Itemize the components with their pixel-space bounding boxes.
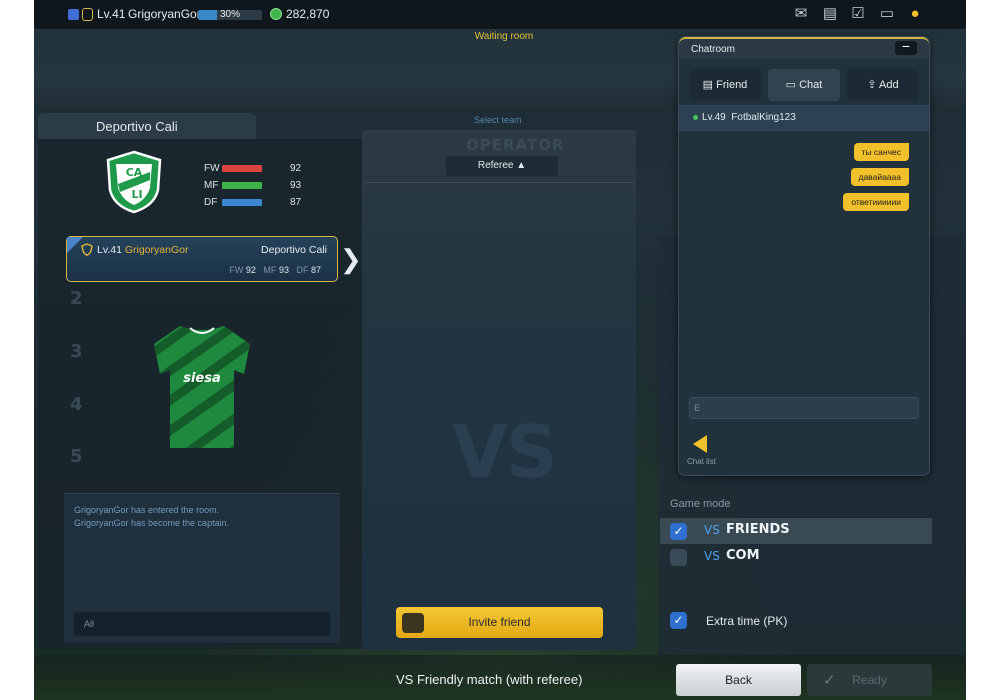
svg-text:LI: LI (131, 188, 142, 201)
chatroom-window: Chatroom − ▤ Friend ▭ Chat ⇪ Add Lv.49 F… (678, 36, 930, 476)
slot-number: 2 (70, 288, 83, 309)
chat-icon: ▭ (785, 79, 800, 91)
exp-fill (198, 10, 218, 20)
chatroom-header: Chatroom − (679, 37, 929, 59)
ready-label: Ready (852, 673, 887, 687)
extra-time-label: Extra time (PK) (706, 614, 788, 628)
captain-crest-icon (81, 243, 93, 256)
notes-icon[interactable]: ▤ (821, 6, 839, 22)
vs-watermark: VS (452, 410, 558, 494)
chat-message: давайаааа (850, 168, 909, 186)
chat-bubble-icon[interactable]: ▭ (878, 6, 896, 22)
chat-input[interactable]: E (689, 397, 919, 419)
stat-row-fw: FW 92 (204, 163, 302, 174)
top-level: Lv.41 (97, 7, 126, 21)
tab-chat[interactable]: ▭ Chat (768, 69, 840, 101)
slot-number: 3 (70, 341, 83, 362)
match-title: VS Friendly match (with referee) (396, 672, 583, 687)
chat-user-row[interactable]: Lv.49 FotbalKing123 (679, 105, 929, 131)
checkbox-checked-icon[interactable]: ✓ (670, 612, 687, 629)
crest-mini-icon (82, 8, 93, 21)
stat-row-df: DF 87 (204, 197, 302, 208)
stat-row-mf: MF 93 (204, 180, 302, 191)
player-card[interactable]: Lv.41 GrigoryanGor Deportivo Cali FW 92 … (66, 236, 338, 282)
operator-panel (362, 130, 636, 650)
coin-icon (270, 8, 282, 20)
ready-button[interactable]: ✓ Ready (807, 664, 932, 696)
checkbox-unchecked-icon[interactable] (670, 549, 687, 566)
team-crest-icon: CA LI (106, 150, 162, 214)
game-lobby-screen: Lv.41 GrigoryanGor 30% 282,870 ✉ ▤ ☑ ▭ ●… (34, 0, 966, 700)
stat-bar-fw (222, 164, 262, 172)
top-status-bar: Lv.41 GrigoryanGor 30% 282,870 ✉ ▤ ☑ ▭ ● (34, 0, 966, 30)
minimize-icon[interactable]: − (895, 39, 917, 55)
coin-balance: 282,870 (286, 7, 330, 21)
tab-friend[interactable]: ▤ Friend (689, 69, 761, 101)
log-filter-select[interactable]: All (74, 612, 330, 636)
player-card-stats: FW 92 MF 93 DF 87 (229, 265, 321, 275)
level-badge-icon (68, 9, 79, 20)
player-card-name: GrigoryanGor (124, 244, 189, 256)
list-icon: ▤ (702, 79, 717, 91)
exp-percent: 30% (220, 9, 241, 20)
slot-number: 4 (70, 394, 83, 415)
person-icon[interactable]: ● (906, 6, 924, 22)
chat-message: ответииииии (843, 193, 909, 211)
invite-friend-label: Invite friend (468, 615, 531, 629)
add-friend-icon: ⇪ (867, 79, 880, 91)
operator-divider (364, 182, 634, 183)
operator-title: OPERATOR (466, 136, 565, 154)
back-button[interactable]: Back (676, 664, 801, 696)
chat-list-arrow-icon[interactable] (693, 435, 707, 453)
log-line: GrigoryanGor has become the captain. (74, 518, 230, 528)
slot-number: 5 (70, 446, 83, 467)
jersey-sponsor: siesa (183, 371, 221, 386)
team-name-tab: Deportivo Cali (38, 113, 256, 139)
player-card-level: Lv.41 GrigoryanGor (97, 244, 189, 256)
chevron-right-icon[interactable]: ❯ (340, 244, 362, 275)
calendar-check-icon[interactable]: ☑ (849, 6, 867, 22)
checkbox-checked-icon[interactable]: ✓ (670, 523, 687, 540)
player-card-team: Deportivo Cali (261, 244, 327, 256)
stat-bar-df (222, 198, 262, 206)
game-mode-label: Game mode (670, 498, 731, 510)
log-line: GrigoryanGor has entered the room. (74, 505, 220, 515)
referee-dropdown[interactable]: Referee ▲ (446, 156, 558, 176)
invite-friend-button[interactable]: Invite friend (396, 607, 603, 638)
mail-icon[interactable]: ✉ (792, 6, 810, 22)
game-mode-friends[interactable]: ✓ VS FRIENDS (660, 518, 932, 544)
online-status-icon (693, 114, 698, 120)
svg-text:CA: CA (126, 166, 143, 179)
stat-bar-mf (222, 181, 262, 189)
chatroom-title: Chatroom (691, 44, 735, 55)
chat-list-label[interactable]: Chat list (687, 457, 716, 466)
top-username: GrigoryanGor (128, 7, 201, 21)
game-mode-com[interactable]: VS COM (660, 544, 932, 570)
chat-message: ты санчес (853, 143, 909, 161)
select-team-label: Select team (474, 115, 522, 125)
tab-add[interactable]: ⇪ Add (847, 69, 919, 101)
team-jersey-image: siesa (154, 326, 250, 448)
